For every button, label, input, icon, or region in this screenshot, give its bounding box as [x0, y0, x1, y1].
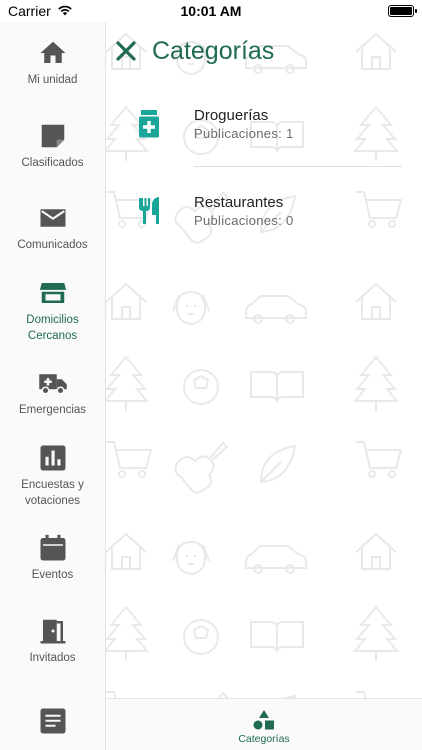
- sidebar-item-encuestas[interactable]: Encuestas y votaciones: [0, 435, 105, 518]
- close-button[interactable]: [114, 39, 138, 63]
- sidebar-item-label: Emergencias: [18, 404, 87, 417]
- category-name: Restaurantes: [194, 193, 284, 211]
- tab-categorias[interactable]: Categorías: [238, 704, 290, 745]
- shapes-icon: [253, 710, 274, 730]
- category-count: Publicaciones: 1: [194, 125, 294, 141]
- calendar-icon: [40, 535, 65, 561]
- document-icon: [40, 708, 65, 734]
- header: Categorías: [106, 22, 422, 80]
- category-text: Restaurantes Publicaciones: 0: [194, 194, 293, 228]
- wifi-icon: [57, 3, 73, 19]
- note-icon: [41, 124, 64, 147]
- mail-icon: [40, 209, 65, 227]
- carrier-label: Carrier: [8, 3, 51, 19]
- sidebar-item-comunicados[interactable]: Comunicados: [0, 187, 105, 270]
- sidebar-item-invitados[interactable]: Invitados: [0, 600, 105, 683]
- sidebar-item-eventos[interactable]: Eventos: [0, 517, 105, 600]
- category-name: Droguerías: [194, 106, 269, 124]
- sidebar-item-clasificados[interactable]: Clasificados: [0, 105, 105, 188]
- sidebar-item-documents[interactable]: [0, 682, 105, 750]
- status-bar: Carrier 10:01 AM: [0, 0, 422, 22]
- pharmacy-icon: [136, 109, 162, 139]
- door-icon: [40, 619, 65, 644]
- bottom-nav: Categorías: [106, 698, 422, 750]
- category-list: Droguerías Publicaciones: 1 Restaurantes…: [106, 80, 422, 254]
- home-icon: [40, 42, 65, 64]
- close-icon: [116, 41, 136, 61]
- main-content: Categorías Droguerías Publicaciones: 1 R…: [106, 22, 422, 698]
- store-icon: [39, 282, 66, 303]
- sidebar: Mi unidad Clasificados Comunicados Domic…: [0, 22, 106, 750]
- sidebar-item-label: Clasificados: [21, 156, 84, 169]
- sidebar-item-label: Mi unidad: [27, 74, 78, 87]
- bar-chart-icon: [40, 445, 65, 471]
- status-left: Carrier: [8, 3, 73, 19]
- page-title: Categorías: [152, 36, 275, 65]
- restaurant-icon: [136, 196, 162, 226]
- battery-icon: [388, 5, 417, 17]
- sidebar-item-label: Comunicados: [17, 239, 88, 252]
- category-count: Publicaciones: 0: [194, 212, 294, 228]
- sidebar-item-mi-unidad[interactable]: Mi unidad: [0, 22, 105, 105]
- ambulance-icon: [38, 374, 67, 395]
- category-text: Droguerías Publicaciones: 1: [194, 107, 293, 141]
- sidebar-item-domicilios-cercanos[interactable]: Domicilios Cercanos: [0, 270, 105, 353]
- category-item-restaurantes[interactable]: Restaurantes Publicaciones: 0: [106, 167, 422, 254]
- sidebar-item-label: Encuestas y votaciones: [21, 478, 84, 507]
- category-item-droguerias[interactable]: Droguerías Publicaciones: 1: [106, 80, 422, 167]
- sidebar-item-emergencias[interactable]: Emergencias: [0, 352, 105, 435]
- sidebar-item-label: Domicilios Cercanos: [26, 313, 79, 342]
- sidebar-item-label: Eventos: [31, 569, 74, 582]
- sidebar-item-label: Invitados: [29, 651, 76, 664]
- tab-label: Categorías: [238, 733, 290, 745]
